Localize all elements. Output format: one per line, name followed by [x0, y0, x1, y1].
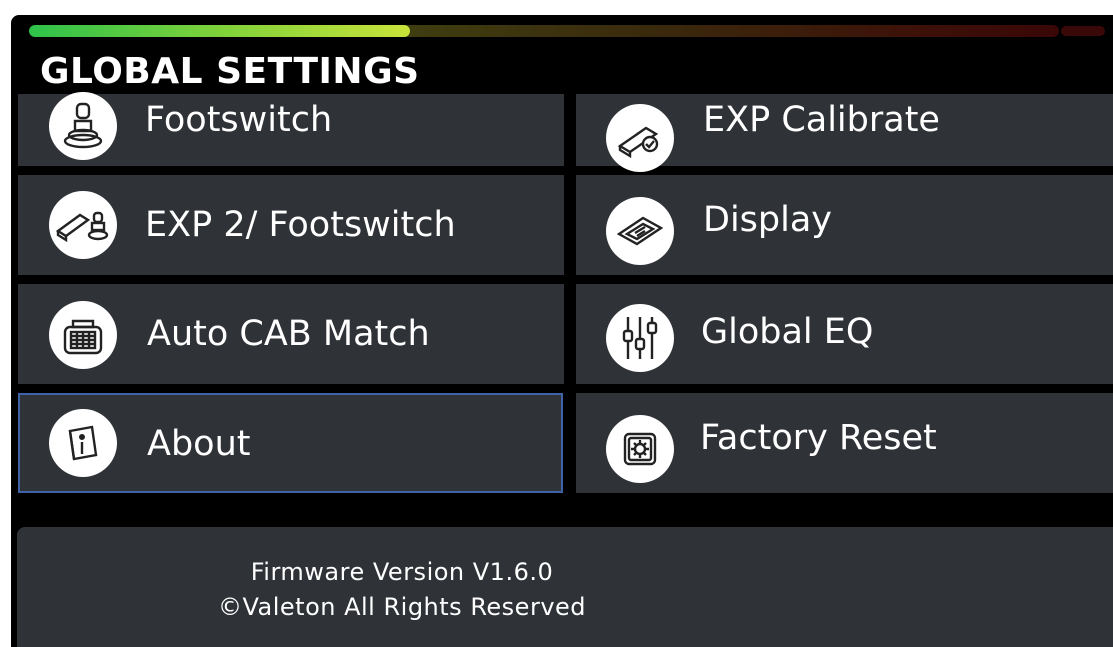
menu-item-factory-reset[interactable]: Factory Reset: [576, 393, 1113, 493]
level-meter-tail: [1061, 26, 1105, 36]
menu-item-label: Auto CAB Match: [147, 314, 430, 354]
menu-item-label: Display: [703, 200, 833, 240]
menu-item-label: Global EQ: [701, 312, 874, 352]
global-settings-screen: GLOBAL SETTINGS Footswitch EXP Calibrate…: [11, 15, 1113, 647]
copyright-text: ©Valeton All Rights Reserved: [217, 593, 587, 621]
menu-item-about[interactable]: About: [18, 393, 563, 493]
menu-item-label: Factory Reset: [700, 418, 937, 458]
menu-item-label: Footswitch: [145, 100, 333, 140]
cab-icon: [49, 301, 117, 369]
menu-item-footswitch[interactable]: Footswitch: [18, 92, 564, 166]
firmware-version-text: Firmware Version V1.6.0: [250, 558, 554, 586]
factory-reset-icon: [606, 415, 674, 483]
menu-item-display[interactable]: Display: [576, 175, 1113, 275]
menu-item-auto-cab-match[interactable]: Auto CAB Match: [18, 284, 564, 384]
menu-item-label: About: [147, 424, 251, 464]
level-meter: [29, 25, 1059, 37]
menu-item-global-eq[interactable]: Global EQ: [576, 284, 1113, 384]
menu-item-exp2-footswitch[interactable]: EXP 2/ Footswitch: [18, 175, 564, 275]
eq-sliders-icon: [606, 304, 674, 372]
menu-item-label: EXP Calibrate: [703, 100, 940, 140]
exp2-footswitch-icon: [49, 191, 117, 259]
display-icon: [606, 197, 674, 265]
menu-item-exp-calibrate[interactable]: EXP Calibrate: [576, 94, 1113, 172]
menu-item-label: EXP 2/ Footswitch: [145, 205, 456, 245]
info-icon: [49, 409, 117, 477]
firmware-info-panel: Firmware Version V1.6.0 ©Valeton All Rig…: [17, 527, 1113, 647]
footswitch-icon: [49, 92, 117, 160]
level-meter-fill: [29, 25, 411, 37]
exp-calibrate-icon: [606, 104, 674, 172]
page-title: GLOBAL SETTINGS: [40, 51, 420, 92]
